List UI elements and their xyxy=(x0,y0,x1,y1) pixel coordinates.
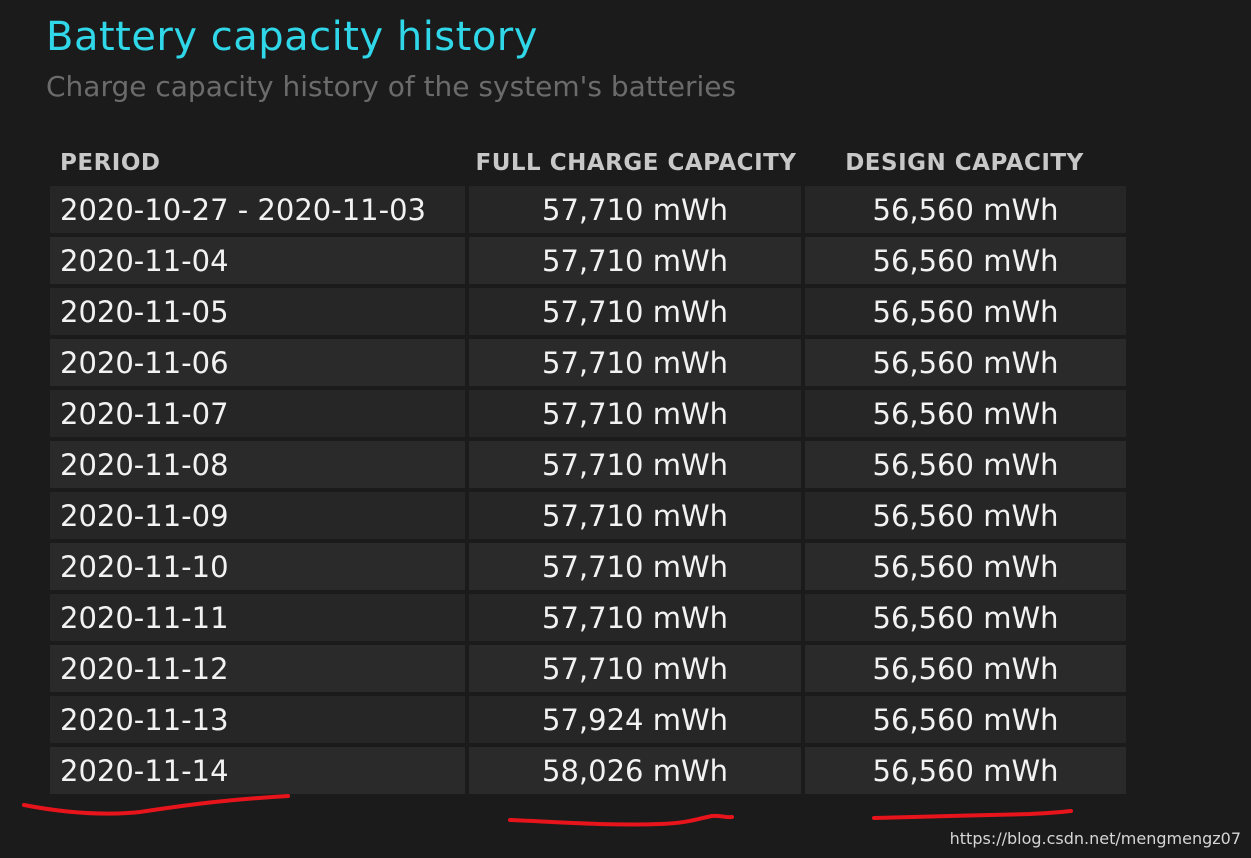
full-charge-capacity-cell: 57,710 mWh xyxy=(469,645,801,692)
design-capacity-cell: 56,560 mWh xyxy=(805,237,1126,284)
design-capacity-cell: 56,560 mWh xyxy=(805,288,1126,335)
period-cell: 2020-11-07 xyxy=(50,390,465,437)
table-row: 2020-11-04 57,710 mWh 56,560 mWh xyxy=(50,237,1126,284)
design-capacity-cell: 56,560 mWh xyxy=(805,441,1126,488)
period-cell: 2020-11-12 xyxy=(50,645,465,692)
full-charge-capacity-cell: 57,710 mWh xyxy=(469,186,801,233)
table-row: 2020-11-08 57,710 mWh 56,560 mWh xyxy=(50,441,1126,488)
design-capacity-cell: 56,560 mWh xyxy=(805,594,1126,641)
period-cell: 2020-10-27 - 2020-11-03 xyxy=(50,186,465,233)
full-charge-capacity-cell: 58,026 mWh xyxy=(469,747,801,794)
page-subtitle: Charge capacity history of the system's … xyxy=(46,70,737,103)
full-charge-underline xyxy=(508,813,734,827)
page-title: Battery capacity history xyxy=(46,14,538,60)
full-charge-capacity-cell: 57,710 mWh xyxy=(469,288,801,335)
capacity-history-table: PERIOD FULL CHARGE CAPACITY DESIGN CAPAC… xyxy=(50,140,1126,798)
table-row: 2020-11-07 57,710 mWh 56,560 mWh xyxy=(50,390,1126,437)
design-capacity-cell: 56,560 mWh xyxy=(805,747,1126,794)
table-row: 2020-11-05 57,710 mWh 56,560 mWh xyxy=(50,288,1126,335)
period-cell: 2020-11-11 xyxy=(50,594,465,641)
full-charge-capacity-cell: 57,924 mWh xyxy=(469,696,801,743)
design-capacity-underline xyxy=(872,809,1073,820)
table-row: 2020-11-14 58,026 mWh 56,560 mWh xyxy=(50,747,1126,794)
period-cell: 2020-11-09 xyxy=(50,492,465,539)
design-capacity-cell: 56,560 mWh xyxy=(805,390,1126,437)
battery-report-page: Battery capacity history Charge capacity… xyxy=(0,0,1251,858)
design-capacity-cell: 56,560 mWh xyxy=(805,339,1126,386)
period-cell: 2020-11-13 xyxy=(50,696,465,743)
column-header-period: PERIOD xyxy=(60,150,161,176)
table-row: 2020-11-13 57,924 mWh 56,560 mWh xyxy=(50,696,1126,743)
full-charge-capacity-cell: 57,710 mWh xyxy=(469,543,801,590)
period-cell: 2020-11-08 xyxy=(50,441,465,488)
design-capacity-cell: 56,560 mWh xyxy=(805,543,1126,590)
design-capacity-cell: 56,560 mWh xyxy=(805,696,1126,743)
full-charge-capacity-cell: 57,710 mWh xyxy=(469,237,801,284)
period-underline xyxy=(22,794,290,816)
full-charge-capacity-cell: 57,710 mWh xyxy=(469,441,801,488)
table-row: 2020-11-10 57,710 mWh 56,560 mWh xyxy=(50,543,1126,590)
period-cell: 2020-11-10 xyxy=(50,543,465,590)
period-cell: 2020-11-05 xyxy=(50,288,465,335)
column-header-design-capacity: DESIGN CAPACITY xyxy=(845,150,1084,176)
table-row: 2020-10-27 - 2020-11-03 57,710 mWh 56,56… xyxy=(50,186,1126,233)
full-charge-capacity-cell: 57,710 mWh xyxy=(469,594,801,641)
full-charge-capacity-cell: 57,710 mWh xyxy=(469,339,801,386)
table-row: 2020-11-12 57,710 mWh 56,560 mWh xyxy=(50,645,1126,692)
watermark: https://blog.csdn.net/mengmengz07 xyxy=(949,829,1241,848)
table-body: 2020-10-27 - 2020-11-03 57,710 mWh 56,56… xyxy=(50,186,1126,794)
full-charge-capacity-cell: 57,710 mWh xyxy=(469,390,801,437)
period-cell: 2020-11-04 xyxy=(50,237,465,284)
period-cell: 2020-11-14 xyxy=(50,747,465,794)
table-row: 2020-11-09 57,710 mWh 56,560 mWh xyxy=(50,492,1126,539)
full-charge-capacity-cell: 57,710 mWh xyxy=(469,492,801,539)
design-capacity-cell: 56,560 mWh xyxy=(805,645,1126,692)
table-row: 2020-11-06 57,710 mWh 56,560 mWh xyxy=(50,339,1126,386)
design-capacity-cell: 56,560 mWh xyxy=(805,186,1126,233)
design-capacity-cell: 56,560 mWh xyxy=(805,492,1126,539)
column-header-full-charge-capacity: FULL CHARGE CAPACITY xyxy=(475,150,797,176)
period-cell: 2020-11-06 xyxy=(50,339,465,386)
table-row: 2020-11-11 57,710 mWh 56,560 mWh xyxy=(50,594,1126,641)
table-header: PERIOD FULL CHARGE CAPACITY DESIGN CAPAC… xyxy=(50,140,1126,186)
